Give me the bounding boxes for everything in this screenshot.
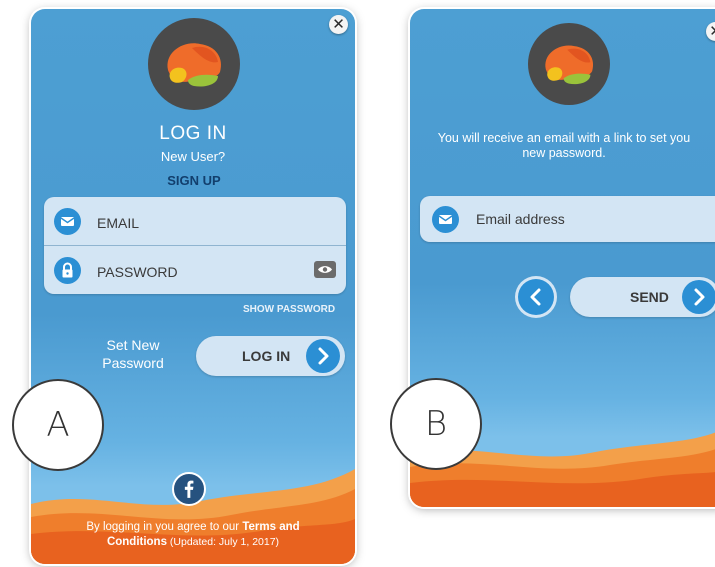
password-label: PASSWORD: [97, 264, 178, 280]
field-divider: [44, 245, 346, 246]
envelope-icon: [54, 208, 81, 235]
back-button[interactable]: [518, 279, 554, 315]
close-icon: ✕: [709, 23, 715, 40]
close-icon: ✕: [332, 16, 345, 33]
terms-prefix: By logging in you agree to our: [86, 521, 243, 533]
new-user-text: New User?: [160, 149, 226, 164]
login-screen-panel: ✕ LOG IN New User? SIGN UP EMAIL PASSWOR…: [31, 9, 355, 564]
instruction-line2: new password.: [522, 146, 606, 160]
chevron-left-icon: [530, 288, 541, 306]
email-label: EMAIL: [97, 215, 140, 231]
email-address-field[interactable]: Email address: [420, 196, 715, 242]
brain-logo-icon: [167, 43, 222, 87]
show-password-link[interactable]: SHOW PASSWORD: [243, 304, 335, 315]
terms-link[interactable]: Terms and: [242, 521, 299, 533]
brain-logo-icon: [545, 45, 594, 85]
figure-label-b: B: [390, 378, 482, 470]
set-new-password-link[interactable]: Set New Password: [83, 336, 183, 372]
terms-text: By logging in you agree to our Terms and…: [31, 520, 355, 550]
send-button[interactable]: SEND: [570, 277, 715, 317]
email-field[interactable]: EMAIL: [44, 200, 346, 243]
log-in-button-label: LOG IN: [242, 348, 291, 364]
facebook-icon: [184, 480, 194, 498]
instruction-message: You will receive an email with a link to…: [410, 131, 715, 161]
send-button-label: SEND: [630, 289, 669, 305]
close-button[interactable]: ✕: [706, 22, 715, 41]
close-button[interactable]: ✕: [329, 15, 348, 34]
set-new-password-line1: Set New: [106, 337, 160, 353]
eye-icon[interactable]: [314, 261, 336, 278]
envelope-icon: [432, 206, 459, 233]
log-in-button[interactable]: LOG IN: [196, 336, 345, 376]
password-field[interactable]: PASSWORD: [44, 249, 346, 292]
set-new-password-line2: Password: [102, 355, 164, 371]
chevron-right-icon: [306, 339, 340, 373]
chevron-right-icon: [682, 280, 715, 314]
login-form: EMAIL PASSWORD: [44, 197, 346, 294]
facebook-login-button[interactable]: [172, 472, 206, 506]
figure-label-a: A: [12, 379, 104, 471]
instruction-line1: You will receive an email with a link to…: [437, 131, 691, 145]
sign-up-link[interactable]: SIGN UP: [148, 173, 240, 188]
app-logo: [148, 18, 240, 110]
lock-icon: [54, 257, 81, 284]
email-address-placeholder: Email address: [476, 211, 565, 227]
page-title: LOG IN: [159, 123, 227, 144]
terms-updated-date: (Updated: July 1, 2017): [166, 536, 280, 548]
app-logo: [528, 23, 610, 105]
conditions-link[interactable]: Conditions: [107, 536, 167, 548]
